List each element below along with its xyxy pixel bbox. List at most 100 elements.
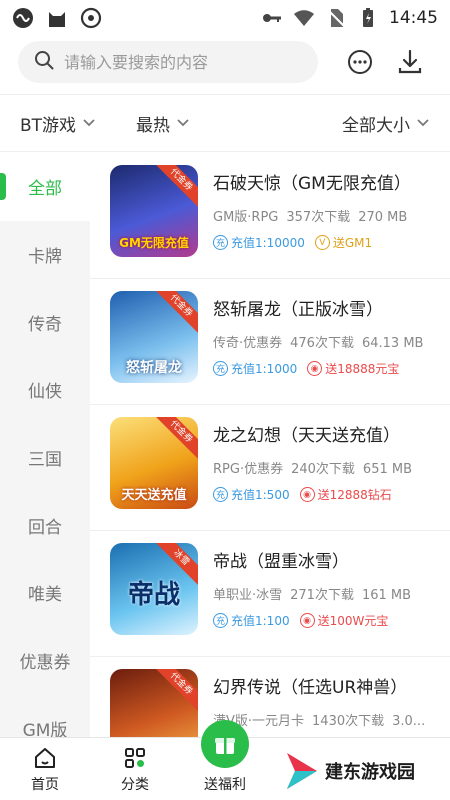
coupon-ribbon: 代金券 [151, 669, 198, 714]
no-sim-icon [325, 7, 347, 29]
watermark-arrow-icon [287, 753, 317, 789]
recharge-tag: 充充值1:100 [213, 612, 290, 629]
category-filter[interactable]: BT游戏 [20, 111, 96, 136]
game-info: 帝战（盟重冰雪） 单职业·冰雪 271次下载 161 MB 充充值1:100 ◉ 送1… [213, 543, 450, 656]
search-row [0, 38, 450, 86]
sidebar-item-coupon[interactable]: 优惠券 [0, 627, 90, 695]
size-filter-label: 全部大小 [342, 115, 410, 136]
recharge-icon: 充 [213, 361, 228, 376]
game-item[interactable]: 代金券 天天送充值 龙之幻想（天天送充值） RPG·优惠券 240次下载 651 M… [90, 405, 450, 531]
download-count: 357次下载 [286, 210, 351, 225]
tag-text: 送100W元宝 [317, 614, 389, 628]
gift-tag: V 送GM1 [314, 234, 372, 251]
search-input[interactable] [64, 52, 294, 72]
vip-icon: V [314, 235, 330, 250]
recharge-tag: 充充值1:500 [213, 486, 290, 503]
game-title: 龙之幻想（天天送充值） [213, 426, 400, 446]
gift-tag: ◉ 送18888元宝 [307, 360, 399, 377]
game-info: 龙之幻想（天天送充值） RPG·优惠券 240次下载 651 MB 充充值1:500… [213, 417, 450, 530]
game-info: 幻界传说（任选UR神兽） 满V版·一元月卡 1430次下载 3.0... [213, 669, 450, 737]
sidebar-item-label: 三国 [28, 450, 62, 471]
category-filter-label: BT游戏 [20, 115, 77, 136]
thumbnail-caption: GM无限充值 [119, 236, 189, 250]
file-size: 270 MB [358, 210, 408, 225]
game-item[interactable]: 代金券 怒斩屠龙 怒斩屠龙（正版冰雪） 传奇·优惠券 476次下载 64.13 MB… [90, 279, 450, 405]
game-meta: RPG·优惠券 240次下载 651 MB [213, 458, 450, 477]
sidebar-item-all[interactable]: 全部 [0, 153, 90, 221]
sidebar-item-xianxia[interactable]: 仙侠 [0, 356, 90, 424]
sidebar-item-beautiful[interactable]: 唯美 [0, 559, 90, 627]
tag-text: 充值1:500 [231, 488, 290, 502]
sort-filter-label: 最热 [136, 115, 171, 136]
sidebar-item-label: 唯美 [28, 585, 62, 606]
sidebar-item-three-kingdoms[interactable]: 三国 [0, 424, 90, 492]
gift-icon: ◉ [299, 487, 315, 502]
sidebar-item-legend[interactable]: 传奇 [0, 288, 90, 356]
key-icon [261, 7, 283, 29]
benefit-tags: 充充值1:500 ◉ 送12888钻石 [213, 486, 450, 503]
sidebar-item-card[interactable]: 卡牌 [0, 221, 90, 289]
nav-category[interactable]: 分类 [90, 738, 180, 800]
game-meta: 单职业·冰雪 271次下载 161 MB [213, 584, 450, 603]
chevron-down-icon [417, 119, 429, 127]
game-meta: 传奇·优惠券 476次下载 64.13 MB [213, 332, 450, 351]
coupon-ribbon: 代金券 [151, 165, 198, 210]
game-info: 石破天惊（GM无限充值） GM版·RPG 357次下载 270 MB 充充值1:10… [213, 165, 450, 278]
sidebar-item-label: 回合 [28, 517, 62, 538]
search-bar[interactable] [18, 41, 318, 83]
game-item[interactable]: 代金券 GM无限充值 石破天惊（GM无限充值） GM版·RPG 357次下载 270… [90, 153, 450, 279]
recharge-icon: 充 [213, 235, 228, 250]
size-filter[interactable]: 全部大小 [342, 111, 430, 136]
download-count: 476次下载 [290, 336, 354, 351]
file-size: 64.13 MB [361, 336, 424, 351]
download-button[interactable] [390, 42, 430, 82]
benefit-tags: 充充值1:100 ◉ 送100W元宝 [213, 612, 450, 629]
coupon-ribbon: 代金券 [151, 417, 198, 462]
game-title: 帝战（盟重冰雪） [213, 552, 349, 572]
benefit-tags: 充充值1:1000 ◉ 送18888元宝 [213, 360, 450, 377]
nav-home[interactable]: 首页 [0, 738, 90, 800]
game-info: 怒斩屠龙（正版冰雪） 传奇·优惠券 476次下载 64.13 MB 充充值1:100… [213, 291, 450, 404]
message-button[interactable] [340, 42, 380, 82]
nav-welfare-label: 送福利 [204, 777, 246, 793]
chat-bubble-icon [348, 50, 372, 74]
thumbnail-caption: 帝战 [127, 580, 180, 610]
clock: 14:45 [389, 8, 438, 28]
gift-icon [201, 720, 249, 768]
download-count: 1430次下载 [312, 714, 385, 729]
benefit-tags: 充充值1:10000 V 送GM1 [213, 234, 450, 251]
chevron-down-icon [83, 119, 95, 127]
recharge-tag: 充充值1:1000 [213, 360, 297, 377]
game-item[interactable]: 冰雪 帝战 帝战（盟重冰雪） 单职业·冰雪 271次下载 161 MB 充充值1:1… [90, 531, 450, 657]
link-app-icon [12, 7, 34, 29]
sort-filter[interactable]: 最热 [136, 111, 190, 136]
home-icon [35, 748, 55, 768]
nav-welfare[interactable]: 送福利 [180, 720, 270, 800]
sidebar-item-label: 卡牌 [28, 247, 62, 268]
record-app-icon [80, 7, 102, 29]
game-title: 石破天惊（GM无限充值） [213, 174, 411, 194]
game-item[interactable]: 代金券 幻界传说（任选UR神兽） 满V版·一元月卡 1430次下载 3.0... [90, 657, 450, 737]
sidebar-item-turn-based[interactable]: 回合 [0, 491, 90, 559]
nav-home-label: 首页 [31, 777, 59, 793]
game-title: 幻界传说（任选UR神兽） [213, 678, 408, 698]
watermark-text: 建东游戏园 [325, 762, 415, 783]
game-genre: 传奇·优惠券 [213, 336, 283, 351]
game-genre: 单职业·冰雪 [213, 588, 283, 603]
sidebar-item-label: 仙侠 [28, 382, 62, 403]
coupon-ribbon: 代金券 [151, 291, 198, 336]
grid-icon [125, 748, 145, 768]
watermark-logo: 建东游戏园 [285, 746, 450, 796]
game-thumbnail: 代金券 怒斩屠龙 [110, 291, 198, 383]
recharge-icon: 充 [213, 613, 228, 628]
file-size: 161 MB [361, 588, 412, 603]
status-bar: 14:45 [0, 0, 450, 36]
search-icon [34, 50, 54, 74]
game-thumbnail: 代金券 [110, 669, 198, 737]
category-sidebar: 全部 卡牌 传奇 仙侠 三国 回合 唯美 优惠券 GM版 [0, 153, 90, 741]
tag-text: 送18888元宝 [325, 362, 400, 376]
battery-icon [357, 7, 379, 29]
game-list: 代金券 GM无限充值 石破天惊（GM无限充值） GM版·RPG 357次下载 270… [90, 153, 450, 737]
thumbnail-caption: 天天送充值 [121, 488, 187, 503]
gift-tag: ◉ 送100W元宝 [299, 612, 389, 629]
